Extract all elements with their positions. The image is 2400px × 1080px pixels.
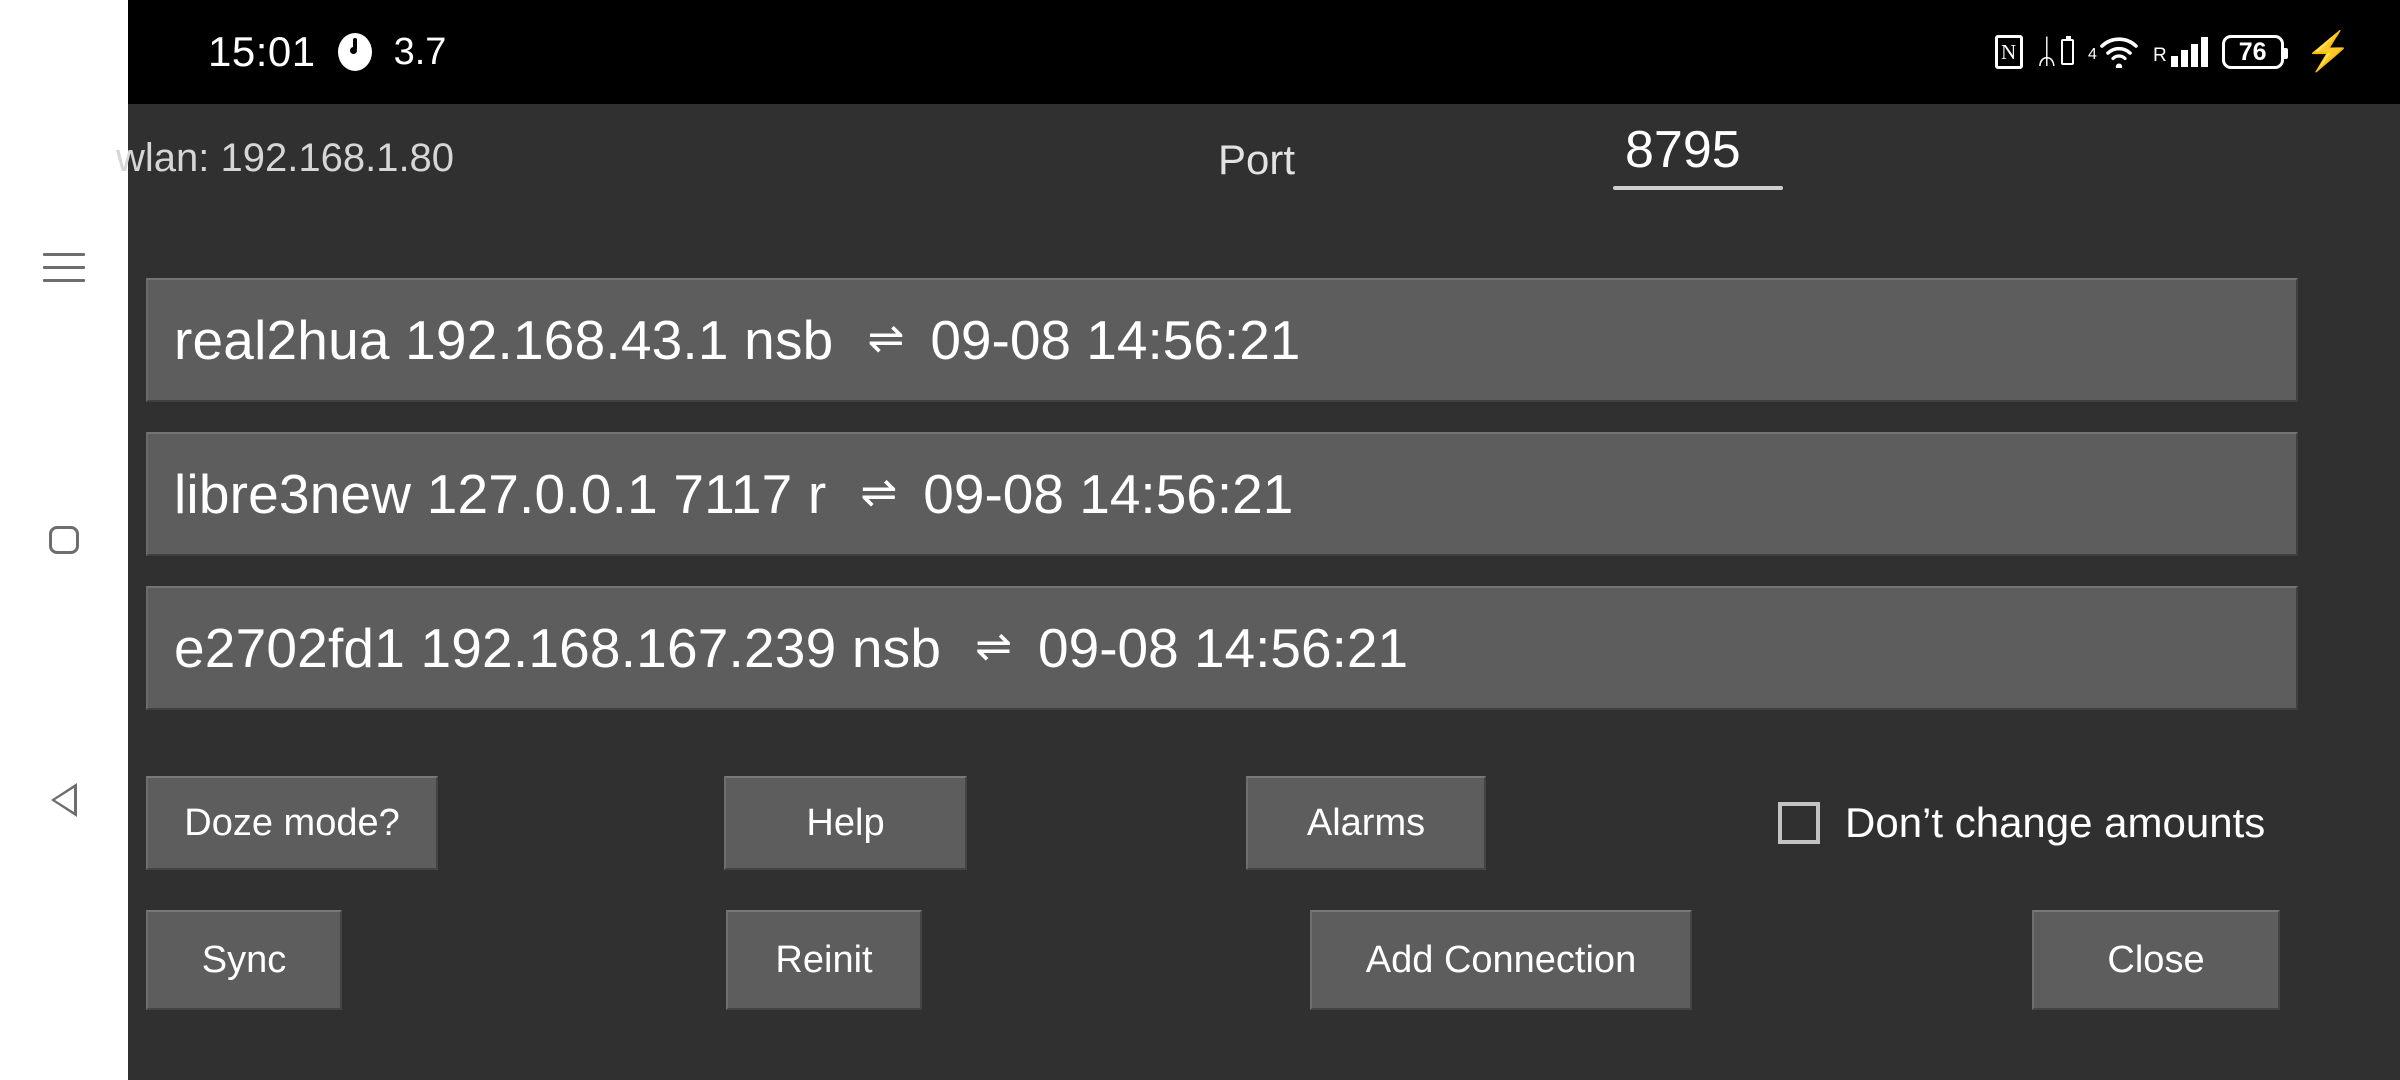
status-bar: 15:01 3.7 N ᛦ 4 R 76 ⚡ — [128, 0, 2400, 104]
clock-face-icon — [337, 33, 372, 71]
exchange-arrows-icon: ⇌ — [867, 313, 905, 363]
header-row: wlan: 192.168.1.80 Port 8795 — [116, 104, 2400, 234]
port-input-underline — [1613, 186, 1783, 190]
nfc-icon: N — [1994, 35, 2023, 69]
connection-name: e2702fd1 192.168.167.239 nsb — [174, 617, 942, 679]
hamburger-lines-icon — [43, 253, 85, 283]
home-square-icon[interactable] — [0, 485, 128, 595]
back-triangle-icon[interactable] — [0, 745, 128, 855]
wifi-arcs-glyph — [2100, 37, 2138, 68]
close-button[interactable]: Close — [2032, 910, 2280, 1010]
connection-timestamp: 09-08 14:56:21 — [930, 309, 1301, 371]
app-content: 15:01 3.7 N ᛦ 4 R 76 ⚡ wlan: 192.168.1.8… — [116, 0, 2400, 1080]
bluetooth-glyph: ᛦ — [2036, 33, 2058, 71]
connection-list: real2hua 192.168.43.1 nsb ⇌ 09-08 14:56:… — [146, 278, 2298, 740]
alarms-button[interactable]: Alarms — [1246, 776, 1486, 870]
dont-change-amounts-label: Don’t change amounts — [1845, 799, 2266, 846]
recents-menu-icon[interactable] — [0, 213, 128, 323]
connection-timestamp: 09-08 14:56:21 — [1038, 617, 1409, 679]
port-input[interactable]: 8795 — [1613, 120, 1783, 190]
connection-name: libre3new 127.0.0.1 7117 r — [174, 463, 827, 525]
connection-row[interactable]: libre3new 127.0.0.1 7117 r ⇌ 09-08 14:56… — [146, 432, 2298, 556]
connection-row[interactable]: e2702fd1 192.168.167.239 nsb ⇌ 09-08 14:… — [146, 586, 2298, 710]
phone-screenshot: 15:01 3.7 N ᛦ 4 R 76 ⚡ wlan: 192.168.1.8… — [0, 0, 2400, 1080]
nfc-letter: N — [1994, 35, 2023, 69]
bluetooth-device-battery-icon — [2061, 36, 2075, 65]
connection-name: real2hua 192.168.43.1 nsb — [174, 309, 834, 371]
charging-bolt-icon: ⚡ — [2304, 31, 2352, 73]
home-square-glyph — [49, 526, 79, 554]
dont-change-amounts-checkbox[interactable] — [1778, 802, 1820, 844]
bluetooth-icon: ᛦ — [2036, 33, 2075, 71]
wlan-address-label: wlan: 192.168.1.80 — [116, 136, 455, 180]
connection-row[interactable]: real2hua 192.168.43.1 nsb ⇌ 09-08 14:56:… — [146, 278, 2298, 402]
status-bar-left: 15:01 3.7 — [208, 0, 446, 104]
signal-bars-glyph — [2170, 37, 2208, 67]
cellular-signal-icon: R — [2153, 37, 2208, 67]
add-connection-button[interactable]: Add Connection — [1310, 910, 1692, 1010]
wifi-icon: 4 — [2088, 36, 2139, 68]
sync-button[interactable]: Sync — [146, 910, 342, 1010]
port-input-value[interactable]: 8795 — [1613, 120, 1783, 182]
battery-icon: 76 — [2221, 35, 2288, 69]
back-triangle-glyph — [51, 783, 77, 817]
dont-change-amounts-checkbox-group[interactable]: Don’t change amounts — [1778, 776, 2265, 870]
reinit-button[interactable]: Reinit — [726, 910, 922, 1010]
status-level-value: 3.7 — [393, 30, 447, 73]
help-button[interactable]: Help — [724, 776, 967, 870]
port-label: Port — [1218, 136, 1296, 183]
wifi-network-type-label: 4 — [2088, 46, 2097, 63]
status-bar-right: N ᛦ 4 R 76 ⚡ — [1994, 0, 2352, 104]
roaming-indicator: R — [2152, 45, 2167, 66]
android-navigation-bar — [0, 0, 128, 1080]
exchange-arrows-icon: ⇌ — [860, 467, 898, 517]
doze-mode-button[interactable]: Doze mode? — [146, 776, 438, 870]
exchange-arrows-icon: ⇌ — [975, 621, 1013, 671]
connection-timestamp: 09-08 14:56:21 — [923, 463, 1294, 525]
status-clock: 15:01 — [208, 28, 316, 75]
